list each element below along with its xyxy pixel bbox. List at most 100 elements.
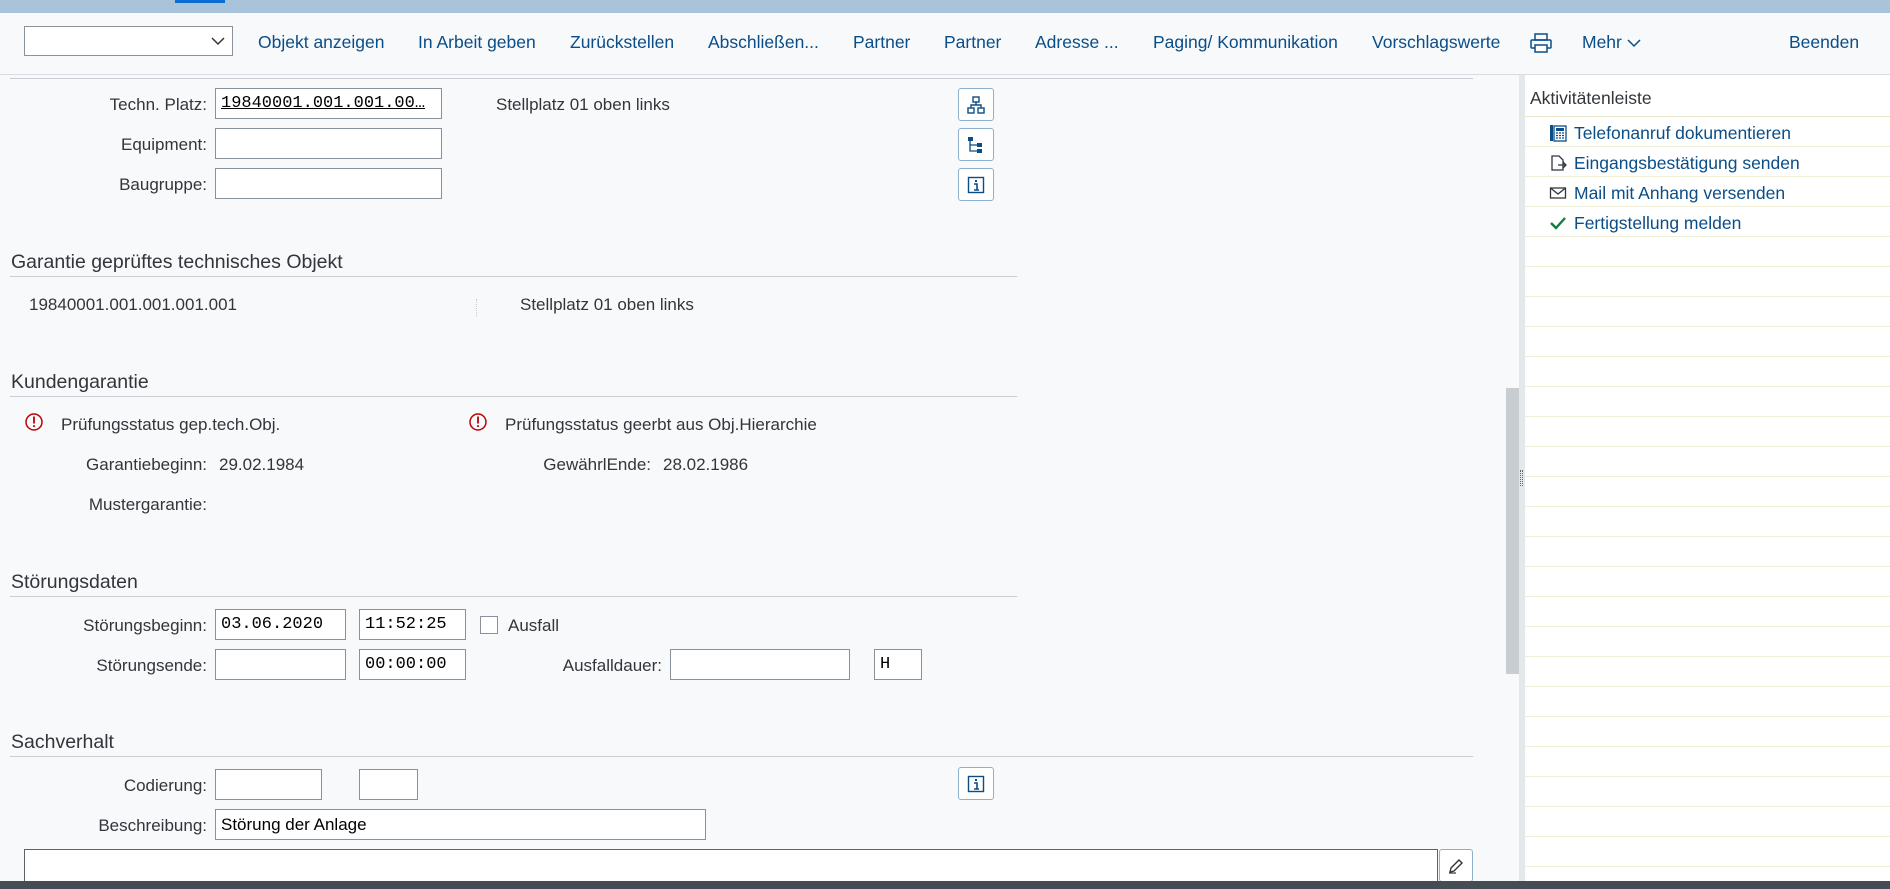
beschreibung-field[interactable]: Störung der Anlage — [215, 809, 706, 840]
stoerungsbeginn-time-field[interactable]: 11:52:25 — [359, 609, 466, 640]
section-title-garantie-objekt: Garantie geprüftes technisches Objekt — [11, 251, 343, 273]
gewaehrende-value: 28.02.1986 — [663, 455, 749, 474]
column-separator — [476, 299, 477, 317]
sidebar-row — [1525, 537, 1890, 567]
stoerungsbeginn-label: Störungsbeginn: — [83, 616, 207, 635]
sidebar-row — [1525, 477, 1890, 507]
sidebar-item-label: Mail mit Anhang versenden — [1574, 182, 1786, 203]
chevron-down-icon — [1627, 39, 1641, 48]
stoerungsende-time-field[interactable]: 00:00:00 — [359, 649, 466, 680]
adresse-button[interactable]: Adresse ... — [1035, 27, 1119, 57]
abschliessen-button[interactable]: Abschließen... — [708, 27, 819, 57]
codierung-code-field[interactable] — [359, 769, 418, 800]
section-divider — [10, 78, 1473, 79]
command-field-combo[interactable] — [24, 26, 233, 56]
paging-kommunikation-button[interactable]: Paging/ Kommunikation — [1153, 27, 1338, 57]
structure-button[interactable] — [958, 128, 994, 161]
codierung-group-field[interactable] — [215, 769, 322, 800]
in-arbeit-geben-button[interactable]: In Arbeit geben — [418, 27, 536, 57]
ausfalldauer-field[interactable] — [670, 649, 850, 680]
vertical-scrollbar-thumb[interactable] — [1506, 388, 1519, 674]
sidebar-title: Aktivitätenleiste — [1530, 88, 1652, 108]
techn-platz-description: Stellplatz 01 oben links — [496, 95, 670, 114]
stoerungsende-label: Störungsende: — [96, 656, 207, 675]
stoerungsbeginn-date-field[interactable]: 03.06.2020 — [215, 609, 346, 640]
info-icon — [967, 176, 985, 193]
chevron-down-icon[interactable] — [210, 33, 226, 49]
hierarchy-button[interactable] — [958, 88, 994, 121]
activity-sidebar: Aktivitätenleiste Telefonanruf dokumenti… — [1525, 75, 1890, 881]
baugruppe-field[interactable] — [215, 168, 442, 199]
section-divider — [10, 276, 1017, 277]
sidebar-item-mail-mit-anhang[interactable]: Mail mit Anhang versenden — [1548, 181, 1785, 205]
equipment-label: Equipment: — [121, 135, 207, 154]
section-title-kundengarantie: Kundengarantie — [11, 371, 149, 393]
application-toolbar: Objekt anzeigen In Arbeit geben Zurückst… — [0, 13, 1890, 75]
sidebar-item-fertigstellung[interactable]: Fertigstellung melden — [1548, 211, 1741, 235]
sidebar-row — [1525, 567, 1890, 597]
garantiebeginn-label: Garantiebeginn: — [86, 455, 207, 474]
error-status-icon — [25, 413, 43, 431]
info-icon — [967, 775, 985, 792]
mustergarantie-label: Mustergarantie: — [88, 495, 207, 514]
ausfalldauer-unit-field[interactable]: H — [874, 649, 922, 680]
sidebar-row — [1525, 837, 1890, 867]
sidebar-row — [1525, 807, 1890, 837]
sidebar-row — [1525, 447, 1890, 477]
envelope-icon — [1548, 183, 1568, 203]
sidebar-row — [1525, 597, 1890, 627]
garantie-object-description: Stellplatz 01 oben links — [520, 295, 694, 314]
stoerungsende-date-field[interactable] — [215, 649, 346, 680]
sidebar-row — [1525, 417, 1890, 447]
gewaehrende-label: GewährlEnde: — [543, 455, 651, 474]
main-form-area: Techn. Platz: 19840001.001.001.00… Stell… — [0, 75, 1505, 881]
info-button[interactable] — [958, 168, 994, 201]
vorschlagswerte-button[interactable]: Vorschlagswerte — [1372, 27, 1500, 57]
techn-platz-field[interactable]: 19840001.001.001.00… — [215, 88, 442, 119]
sidebar-row — [1525, 627, 1890, 657]
codierung-info-button[interactable] — [958, 767, 994, 800]
phone-log-icon — [1548, 123, 1568, 143]
splitter-grip-icon[interactable] — [1520, 470, 1523, 486]
sidebar-row — [1525, 327, 1890, 357]
sidebar-item-label: Telefonanruf dokumentieren — [1574, 122, 1791, 143]
section-divider — [10, 396, 1017, 397]
beschreibung-label: Beschreibung: — [98, 816, 207, 835]
garantiebeginn-value: 29.02.1984 — [219, 455, 305, 474]
structure-list-icon — [968, 136, 982, 153]
sidebar-row — [1525, 237, 1890, 267]
sidebar-item-eingangsbestaetigung[interactable]: Eingangsbestätigung senden — [1548, 151, 1800, 175]
baugruppe-label: Baugruppe: — [119, 175, 207, 194]
pruefungsstatus-right: Prüfungsstatus geerbt aus Obj.Hierarchie — [505, 415, 817, 434]
zurueckstellen-button[interactable]: Zurückstellen — [570, 27, 674, 57]
edit-pencil-icon — [1449, 858, 1463, 874]
section-divider — [10, 596, 1017, 597]
techn-platz-label: Techn. Platz: — [109, 95, 207, 114]
printer-icon[interactable] — [1530, 33, 1552, 53]
objekt-anzeigen-button[interactable]: Objekt anzeigen — [258, 27, 384, 57]
sidebar-row — [1525, 267, 1890, 297]
sidebar-row — [1525, 657, 1890, 687]
sidebar-row — [1525, 717, 1890, 747]
hierarchy-icon — [967, 95, 985, 114]
section-divider — [10, 756, 1473, 757]
sidebar-item-label: Fertigstellung melden — [1574, 212, 1742, 233]
equipment-field[interactable] — [215, 128, 442, 159]
sidebar-row — [1525, 507, 1890, 537]
ausfalldauer-label: Ausfalldauer: — [562, 656, 662, 675]
garantie-object-id: 19840001.001.001.001.001 — [29, 295, 237, 314]
mehr-button[interactable]: Mehr — [1582, 27, 1641, 57]
sidebar-row — [1525, 387, 1890, 417]
document-send-icon — [1548, 153, 1568, 173]
partner-button-1[interactable]: Partner — [853, 27, 910, 57]
sidebar-item-telefonanruf[interactable]: Telefonanruf dokumentieren — [1548, 121, 1791, 145]
partner-button-2[interactable]: Partner — [944, 27, 1001, 57]
edit-longtext-button[interactable] — [1439, 849, 1473, 881]
bottom-status-strip — [0, 881, 1890, 889]
ausfall-checkbox[interactable] — [480, 616, 498, 634]
pruefungsstatus-left: Prüfungsstatus gep.tech.Obj. — [61, 415, 281, 434]
beenden-button[interactable]: Beenden — [1789, 27, 1859, 57]
sidebar-row — [1525, 777, 1890, 807]
longtext-area[interactable] — [24, 849, 1438, 881]
sidebar-row — [1525, 687, 1890, 717]
